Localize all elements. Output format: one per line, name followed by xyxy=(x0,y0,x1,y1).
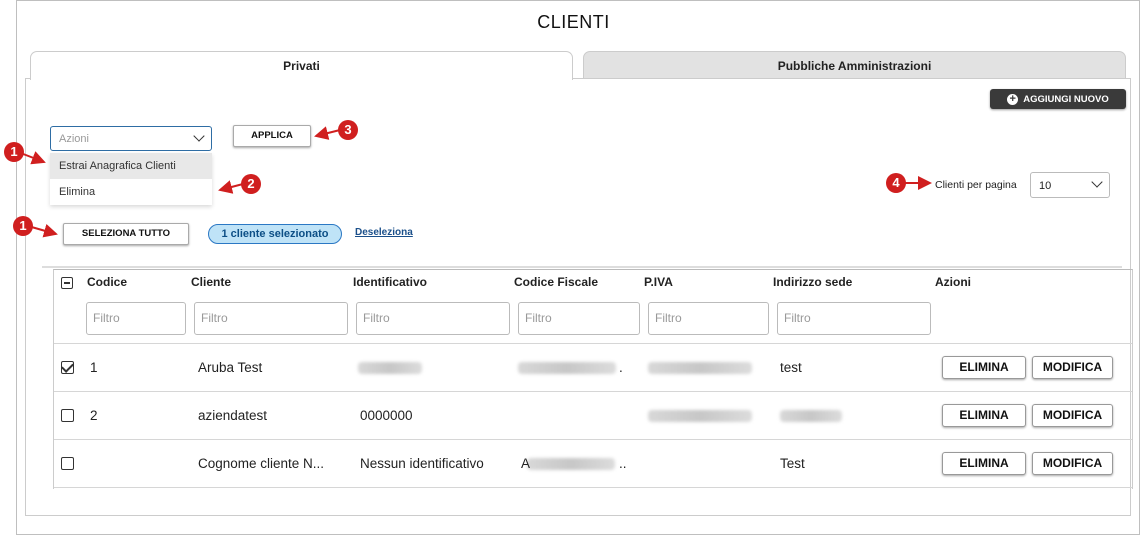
row-3-identificativo: Nessun identificativo xyxy=(360,456,484,471)
select-all-button[interactable]: SELEZIONA TUTTO xyxy=(63,223,189,245)
per-page-value: 10 xyxy=(1039,180,1052,192)
apply-button[interactable]: APPLICA xyxy=(233,125,311,147)
tab-pubbliche-amministrazioni[interactable]: Pubbliche Amministrazioni xyxy=(583,51,1126,79)
header-select-checkbox[interactable] xyxy=(61,277,73,289)
plus-circle-icon: + xyxy=(1007,93,1019,105)
row-2-indirizzo-redacted xyxy=(780,410,842,422)
row-3-delete-button[interactable]: ELIMINA xyxy=(942,452,1026,475)
col-codice-fiscale[interactable]: Codice Fiscale xyxy=(514,275,598,289)
row-2-edit-button[interactable]: MODIFICA xyxy=(1032,404,1113,427)
filter-codice[interactable]: Filtro xyxy=(86,302,186,335)
row-1-codice-fiscale: . xyxy=(619,360,623,375)
filter-cliente[interactable]: Filtro xyxy=(194,302,348,335)
col-azioni: Azioni xyxy=(935,275,971,289)
filter-identificativo[interactable]: Filtro xyxy=(356,302,510,335)
row-divider xyxy=(54,343,1132,344)
filter-codice-fiscale[interactable]: Filtro xyxy=(518,302,640,335)
actions-select[interactable]: Azioni xyxy=(50,126,212,151)
row-2-identificativo: 0000000 xyxy=(360,408,413,423)
add-new-label: AGGIUNGI NUOVO xyxy=(1023,93,1109,105)
option-estrai-anagrafica[interactable]: Estrai Anagrafica Clienti xyxy=(50,153,212,179)
row-2-checkbox[interactable] xyxy=(61,409,74,422)
row-3-checkbox[interactable] xyxy=(61,457,74,470)
row-2-delete-button[interactable]: ELIMINA xyxy=(942,404,1026,427)
row-1-indirizzo: test xyxy=(780,360,802,375)
marker-2: 2 xyxy=(241,174,261,194)
col-cliente[interactable]: Cliente xyxy=(191,275,231,289)
selected-count-badge: 1 cliente selezionato xyxy=(208,224,342,244)
row-3-edit-button[interactable]: MODIFICA xyxy=(1032,452,1113,475)
actions-select-value: Azioni xyxy=(59,133,89,145)
row-3-cliente: Cognome cliente N... xyxy=(198,456,325,471)
col-piva[interactable]: P.IVA xyxy=(644,275,673,289)
marker-3: 3 xyxy=(338,120,358,140)
row-1-edit-button[interactable]: MODIFICA xyxy=(1032,356,1113,379)
add-new-button[interactable]: + AGGIUNGI NUOVO xyxy=(990,89,1126,109)
row-1-piva-redacted xyxy=(648,362,752,374)
row-2-cliente: aziendatest xyxy=(198,408,268,423)
row-2-piva-redacted xyxy=(648,410,752,422)
row-divider xyxy=(54,487,1132,488)
option-elimina[interactable]: Elimina xyxy=(50,179,212,205)
row-divider xyxy=(54,391,1132,392)
row-divider xyxy=(54,439,1132,440)
deselect-link[interactable]: Deseleziona xyxy=(355,227,413,238)
row-1-checkbox[interactable] xyxy=(61,361,74,374)
row-1-codice-fiscale-redacted xyxy=(518,362,616,374)
divider xyxy=(42,266,1122,268)
row-3-codice-fiscale: A .. xyxy=(521,456,627,471)
col-identificativo[interactable]: Identificativo xyxy=(353,275,427,289)
marker-1-top: 1 xyxy=(4,142,24,162)
marker-1-bottom: 1 xyxy=(13,216,33,236)
chevron-down-icon xyxy=(193,130,205,142)
marker-4: 4 xyxy=(886,173,906,193)
row-1-codice: 1 xyxy=(90,360,98,375)
tab-privati[interactable]: Privati xyxy=(30,51,573,80)
col-codice[interactable]: Codice xyxy=(87,275,127,289)
row-1-delete-button[interactable]: ELIMINA xyxy=(942,356,1026,379)
per-page-label: Clienti per pagina xyxy=(935,179,1017,191)
row-1-cliente: Aruba Test xyxy=(198,360,263,375)
filter-indirizzo[interactable]: Filtro xyxy=(777,302,931,335)
col-indirizzo-sede[interactable]: Indirizzo sede xyxy=(773,275,852,289)
actions-dropdown: Estrai Anagrafica Clienti Elimina xyxy=(50,153,212,205)
per-page-select[interactable]: 10 xyxy=(1030,172,1110,198)
page-title: CLIENTI xyxy=(537,12,610,32)
chevron-down-icon xyxy=(1091,176,1103,188)
row-2-codice: 2 xyxy=(90,408,98,423)
row-1-identificativo-redacted xyxy=(358,362,422,374)
filter-piva[interactable]: Filtro xyxy=(648,302,769,335)
row-3-indirizzo: Test xyxy=(780,456,805,471)
